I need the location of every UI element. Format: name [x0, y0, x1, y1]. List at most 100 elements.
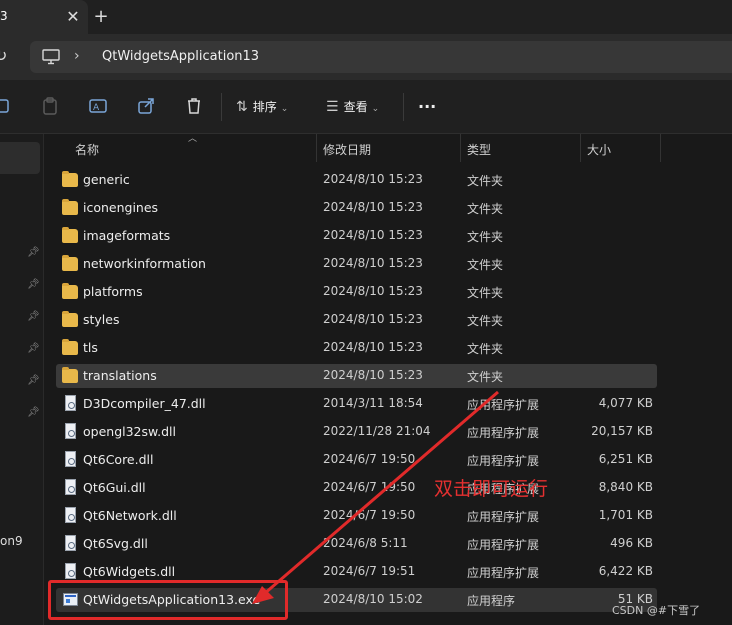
toolbar-divider — [403, 93, 404, 121]
dll-file-icon — [65, 479, 76, 495]
dll-file-icon — [65, 451, 76, 467]
close-tab-icon[interactable]: ✕ — [62, 6, 84, 28]
new-tab-button[interactable]: + — [90, 6, 112, 28]
column-header-name[interactable]: 名称 — [75, 141, 99, 158]
file-size: 20,157 KB — [591, 424, 653, 438]
dll-file-icon — [65, 507, 76, 523]
chevron-down-icon: ⌄ — [371, 104, 380, 114]
file-name: Qt6Network.dll — [83, 508, 177, 523]
file-date: 2022/11/28 21:04 — [323, 424, 431, 438]
file-name: Qt6Svg.dll — [83, 536, 148, 551]
view-button[interactable]: ☰ 查看 ⌄ — [326, 96, 379, 118]
file-name: platforms — [83, 284, 143, 299]
file-size: 8,840 KB — [598, 480, 653, 494]
file-row[interactable]: QtWidgetsApplication13.exe 2024/8/10 15:… — [56, 588, 657, 612]
column-divider[interactable] — [460, 134, 461, 162]
file-date: 2024/8/10 15:23 — [323, 312, 423, 326]
column-divider[interactable] — [660, 134, 661, 162]
file-name: Qt6Widgets.dll — [83, 564, 176, 579]
file-name: iconengines — [83, 200, 159, 215]
file-row[interactable]: networkinformation 2024/8/10 15:23 文件夹 — [56, 252, 657, 276]
file-name: Qt6Gui.dll — [83, 480, 146, 495]
pin-icon[interactable]: 📌︎ — [27, 247, 40, 259]
sort-button[interactable]: ⇅ 排序 ⌄ — [236, 96, 288, 118]
breadcrumb[interactable]: QtWidgetsApplication13 — [102, 49, 259, 64]
watermark: CSDN @#下雪了 — [612, 604, 701, 617]
file-date: 2024/8/10 15:23 — [323, 172, 423, 186]
file-type: 应用程序 — [467, 594, 516, 608]
file-type: 应用程序扩展 — [467, 510, 540, 524]
file-row[interactable]: translations 2024/8/10 15:23 文件夹 — [56, 364, 657, 388]
dll-file-icon — [65, 423, 76, 439]
nav-item-label[interactable]: on9 — [0, 534, 23, 548]
file-date: 2024/6/8 5:11 — [323, 536, 408, 550]
file-row[interactable]: opengl32sw.dll 2022/11/28 21:04 应用程序扩展 2… — [56, 420, 657, 444]
new-item-icon[interactable] — [0, 96, 16, 116]
file-name: styles — [83, 312, 120, 327]
breadcrumb-separator-icon[interactable]: › — [74, 48, 80, 64]
file-type: 文件夹 — [467, 174, 504, 188]
paste-icon[interactable] — [40, 96, 60, 116]
file-name: opengl32sw.dll — [83, 424, 176, 439]
command-bar: A ⇅ 排序 ⌄ ☰ 查看 ⌄ ··· — [0, 80, 732, 134]
file-size: 496 KB — [610, 536, 653, 550]
file-row[interactable]: Qt6Gui.dll 2024/6/7 19:50 应用程序扩展 8,840 K… — [56, 476, 657, 500]
file-type: 文件夹 — [467, 230, 504, 244]
pin-icon[interactable]: 📌︎ — [27, 311, 40, 323]
file-date: 2024/6/7 19:50 — [323, 480, 416, 494]
annotation-text: 双击即可运行 — [434, 478, 549, 500]
file-type: 文件夹 — [467, 342, 504, 356]
file-row[interactable]: styles 2024/8/10 15:23 文件夹 — [56, 308, 657, 332]
file-size: 6,422 KB — [598, 564, 653, 578]
file-row[interactable]: generic 2024/8/10 15:23 文件夹 — [56, 168, 657, 192]
column-header-size[interactable]: 大小 — [587, 141, 611, 158]
file-row[interactable]: tls 2024/8/10 15:23 文件夹 — [56, 336, 657, 360]
folder-icon — [62, 339, 78, 355]
delete-icon[interactable] — [184, 96, 204, 116]
folder-icon — [62, 255, 78, 271]
folder-icon — [62, 311, 78, 327]
share-icon[interactable] — [136, 96, 156, 116]
folder-icon — [62, 199, 78, 215]
column-header-date[interactable]: 修改日期 — [323, 141, 371, 158]
file-row[interactable]: Qt6Svg.dll 2024/6/8 5:11 应用程序扩展 496 KB — [56, 532, 657, 556]
file-date: 2014/3/11 18:54 — [323, 396, 423, 410]
dll-file-icon — [65, 535, 76, 551]
tab-active[interactable]: 3 ✕ — [0, 0, 88, 34]
nav-item-selected[interactable] — [0, 142, 40, 174]
file-type: 文件夹 — [467, 258, 504, 272]
file-row[interactable]: Qt6Network.dll 2024/6/7 19:50 应用程序扩展 1,7… — [56, 504, 657, 528]
sort-up-icon: ︿ — [188, 134, 198, 144]
column-divider[interactable] — [316, 134, 317, 162]
file-date: 2024/6/7 19:50 — [323, 452, 416, 466]
pin-icon[interactable]: 📌︎ — [27, 279, 40, 291]
address-row: ↻ › QtWidgetsApplication13 — [0, 34, 732, 80]
rename-icon[interactable]: A — [88, 96, 108, 116]
more-options-button[interactable]: ··· — [418, 96, 436, 118]
column-header-type[interactable]: 类型 — [467, 141, 491, 158]
file-name: translations — [83, 368, 157, 383]
file-row[interactable]: Qt6Widgets.dll 2024/6/7 19:51 应用程序扩展 6,4… — [56, 560, 657, 584]
pin-icon[interactable]: 📌︎ — [27, 407, 40, 419]
toolbar-divider — [221, 93, 222, 121]
pin-icon[interactable]: 📌︎ — [27, 343, 40, 355]
file-name: generic — [83, 172, 130, 187]
column-divider[interactable] — [580, 134, 581, 162]
folder-icon — [62, 227, 78, 243]
file-type: 应用程序扩展 — [467, 538, 540, 552]
file-row[interactable]: imageformats 2024/8/10 15:23 文件夹 — [56, 224, 657, 248]
pin-icon[interactable]: 📌︎ — [27, 375, 40, 387]
file-date: 2024/8/10 15:23 — [323, 228, 423, 242]
refresh-icon[interactable]: ↻ — [0, 46, 12, 66]
file-date: 2024/6/7 19:51 — [323, 564, 416, 578]
navigation-pane: 📌︎ 📌︎ 📌︎ 📌︎ 📌︎ 📌︎ on9 — [0, 134, 44, 625]
chevron-down-icon: ⌄ — [280, 104, 289, 114]
file-name: Qt6Core.dll — [83, 452, 154, 467]
dll-file-icon — [65, 395, 76, 411]
address-bar[interactable]: › QtWidgetsApplication13 — [30, 41, 732, 73]
file-row[interactable]: Qt6Core.dll 2024/6/7 19:50 应用程序扩展 6,251 … — [56, 448, 657, 472]
file-row[interactable]: D3Dcompiler_47.dll 2014/3/11 18:54 应用程序扩… — [56, 392, 657, 416]
file-row[interactable]: iconengines 2024/8/10 15:23 文件夹 — [56, 196, 657, 220]
folder-icon — [62, 367, 78, 383]
file-row[interactable]: platforms 2024/8/10 15:23 文件夹 — [56, 280, 657, 304]
